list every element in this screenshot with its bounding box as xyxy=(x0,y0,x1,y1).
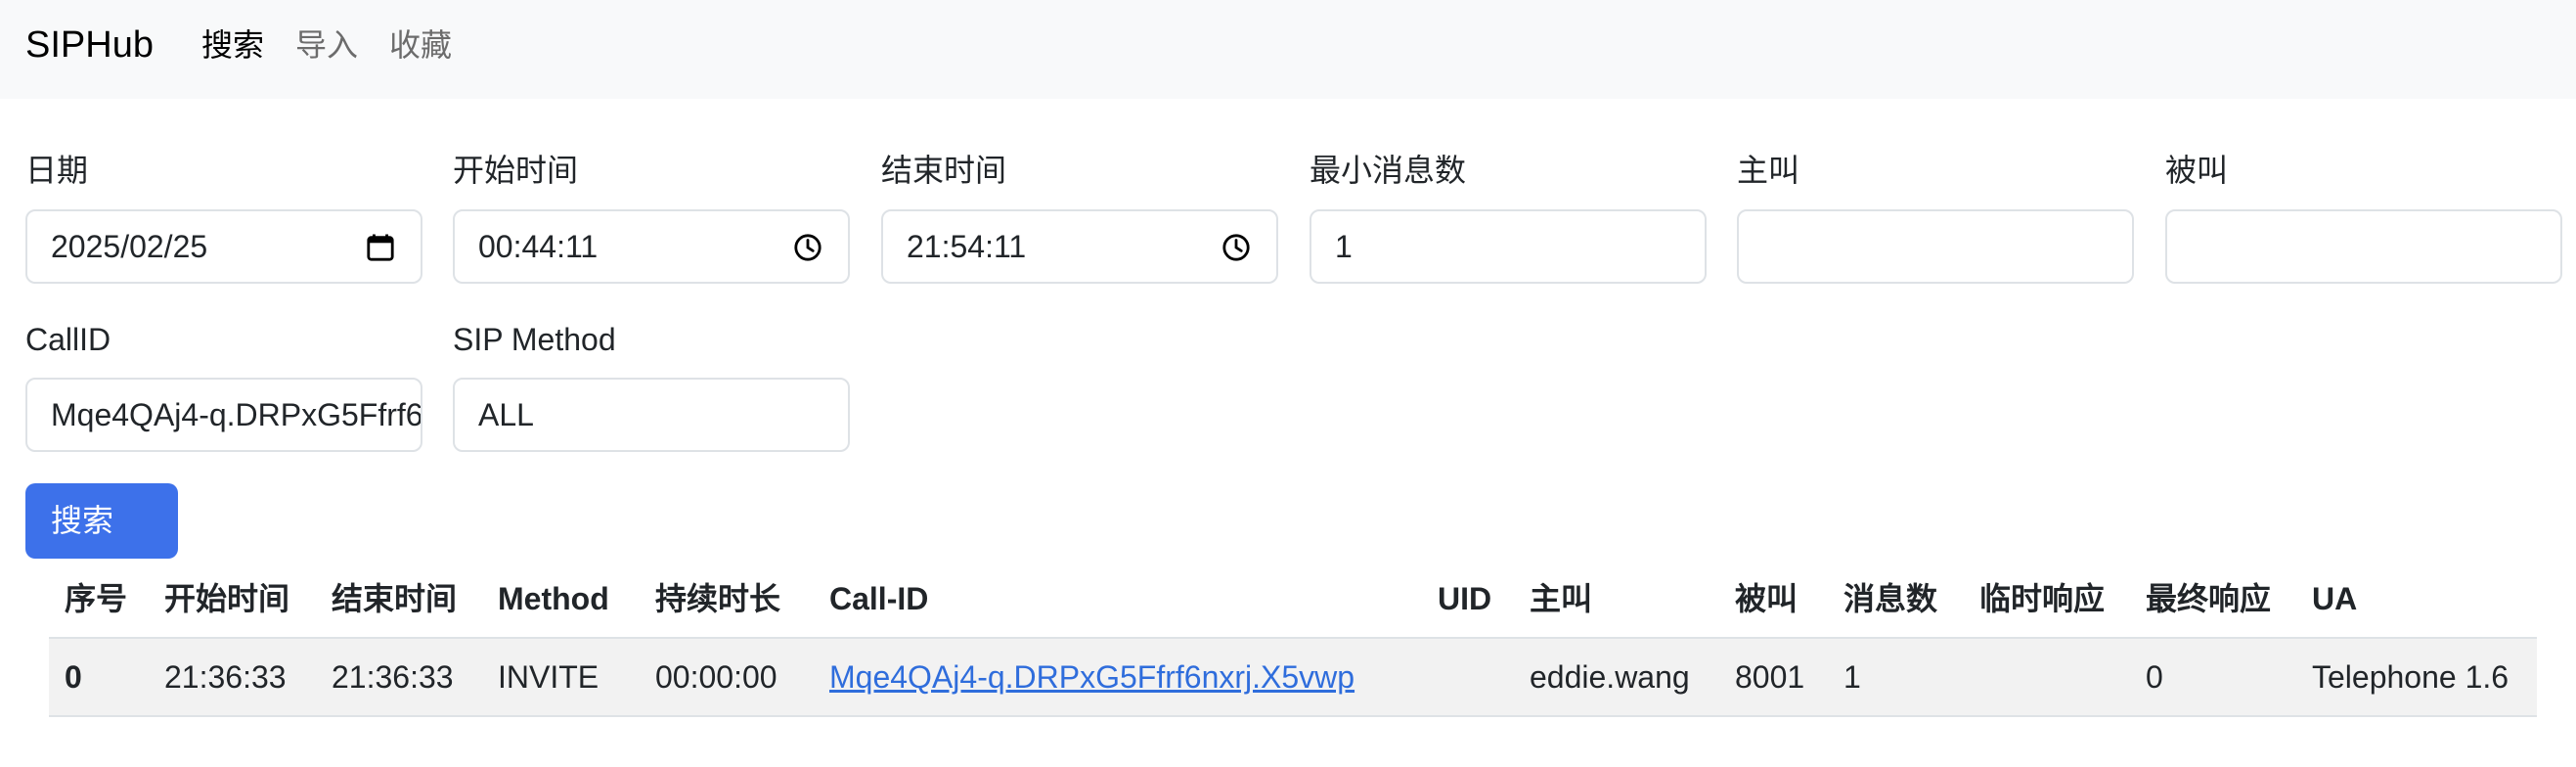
th-provisional-response: 临时响应 xyxy=(1979,581,2106,616)
sip-method-label: SIP Method xyxy=(453,322,616,357)
sip-method-value: ALL xyxy=(478,397,534,432)
min-messages-input[interactable]: 1 xyxy=(1310,209,1707,284)
end-time-input[interactable]: 21:54:11 xyxy=(881,209,1278,284)
callee-input[interactable] xyxy=(2165,209,2562,284)
nav-link-import[interactable]: 导入 xyxy=(295,23,358,67)
date-value: 2025/02/25 xyxy=(51,229,208,264)
date-label: 日期 xyxy=(25,153,89,188)
th-index: 序号 xyxy=(65,581,128,616)
date-input[interactable]: 2025/02/25 xyxy=(25,209,422,284)
th-method: Method xyxy=(498,581,609,616)
th-message-count: 消息数 xyxy=(1843,581,1938,616)
call-id-link[interactable]: Mqe4QAj4-q.DRPxG5Ffrf6nxrj.X5vwp xyxy=(829,655,1355,699)
clock-icon[interactable] xyxy=(1221,233,1251,262)
th-start-time: 开始时间 xyxy=(164,581,290,616)
cell-index: 0 xyxy=(65,659,82,695)
callid-input[interactable]: Mqe4QAj4-q.DRPxG5Ffrf6nxrj.X5vwp xyxy=(25,378,422,452)
cell-end-time: 21:36:33 xyxy=(332,659,454,695)
nav-link-search[interactable]: 搜索 xyxy=(201,23,264,67)
th-ua: UA xyxy=(2312,581,2358,616)
callee-label: 被叫 xyxy=(2165,153,2229,188)
min-messages-value: 1 xyxy=(1335,229,1353,264)
cell-method: INVITE xyxy=(498,659,600,695)
end-time-value: 21:54:11 xyxy=(907,229,1027,264)
th-caller: 主叫 xyxy=(1530,581,1593,616)
callid-label: CallID xyxy=(25,322,111,357)
callid-value: Mqe4QAj4-q.DRPxG5Ffrf6nxrj.X5vwp xyxy=(51,397,422,432)
caller-input[interactable] xyxy=(1737,209,2134,284)
brand-logo[interactable]: SIPHub xyxy=(25,22,154,68)
start-time-input[interactable]: 00:44:11 xyxy=(453,209,850,284)
cell-final-response: 0 xyxy=(2146,659,2163,695)
calendar-icon[interactable] xyxy=(366,233,395,262)
th-duration: 持续时长 xyxy=(655,581,781,616)
start-time-value: 00:44:11 xyxy=(478,229,599,264)
cell-start-time: 21:36:33 xyxy=(164,659,287,695)
min-messages-label: 最小消息数 xyxy=(1310,153,1467,188)
cell-duration: 00:00:00 xyxy=(655,659,777,695)
navbar: SIPHub 搜索 导入 收藏 xyxy=(0,0,2576,99)
cell-message-count: 1 xyxy=(1843,659,1861,695)
clock-icon[interactable] xyxy=(793,233,822,262)
nav-link-favorites[interactable]: 收藏 xyxy=(389,23,452,67)
cell-caller: eddie.wang xyxy=(1530,659,1690,695)
th-uid: UID xyxy=(1438,581,1492,616)
cell-callee: 8001 xyxy=(1735,659,1805,695)
search-button[interactable]: 搜索 xyxy=(25,483,178,559)
cell-ua: Telephone 1.6 xyxy=(2312,659,2509,695)
th-end-time: 结束时间 xyxy=(332,581,458,616)
caller-label: 主叫 xyxy=(1737,153,1800,188)
end-time-label: 结束时间 xyxy=(881,153,1007,188)
th-final-response: 最终响应 xyxy=(2146,581,2272,616)
th-call-id: Call-ID xyxy=(829,581,929,616)
start-time-label: 开始时间 xyxy=(453,153,579,188)
sip-method-select[interactable]: ALL xyxy=(453,378,850,452)
th-callee: 被叫 xyxy=(1735,581,1799,616)
